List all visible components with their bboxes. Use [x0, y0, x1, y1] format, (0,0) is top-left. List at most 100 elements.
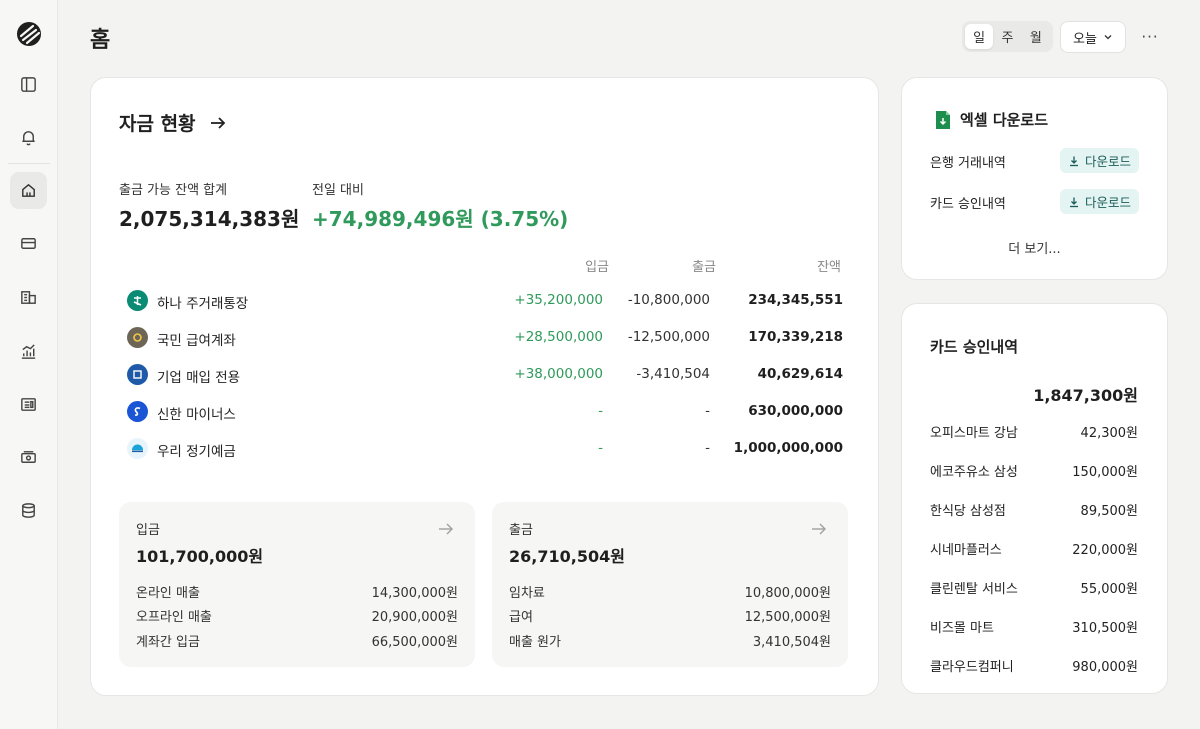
excel-row-name: 은행 거래내역 — [930, 156, 1006, 171]
bank-logo-icon — [127, 364, 148, 385]
account-balance: 40,629,614 — [757, 366, 843, 382]
card-approval-row[interactable]: 시네마플러스 220,000원 — [930, 539, 1138, 561]
account-balance: 630,000,000 — [748, 403, 843, 419]
arrow-right-icon[interactable] — [437, 520, 455, 538]
account-balance: 170,339,218 — [748, 329, 843, 345]
card-approval-row[interactable]: 비즈몰 마트 310,500원 — [930, 617, 1138, 639]
inflow-line: 계좌간 입금 66,500,000원 — [136, 631, 458, 651]
outflow-line-amount: 10,800,000원 — [744, 586, 831, 601]
chart-icon[interactable] — [10, 333, 47, 370]
account-balance: 1,000,000,000 — [733, 440, 843, 456]
bell-icon[interactable] — [10, 119, 47, 156]
inflow-line-name: 계좌간 입금 — [136, 635, 200, 650]
card-approval-row[interactable]: 클라우드컴퍼니 980,000원 — [930, 656, 1138, 678]
outflow-line-name: 임차료 — [509, 586, 545, 601]
funds-title[interactable]: 자금 현황 — [119, 109, 228, 136]
account-outflow: - — [705, 440, 710, 456]
account-row[interactable]: 우리 정기예금 - - 1,000,000,000 — [119, 434, 843, 471]
account-row[interactable]: 국민 급여계좌 +28,500,000 -12,500,000 170,339,… — [119, 323, 843, 360]
approval-amount: 980,000원 — [1072, 660, 1138, 675]
column-header-out: 출금 — [692, 260, 716, 275]
date-select[interactable]: 오늘 — [1060, 21, 1126, 53]
outflow-summary[interactable]: 출금 26,710,504원 임차료 10,800,000원 급여 12,500… — [492, 502, 848, 667]
column-header-balance: 잔액 — [817, 260, 841, 275]
card-approval-row[interactable]: 오피스마트 강남 42,300원 — [930, 422, 1138, 444]
account-name: 국민 급여계좌 — [157, 333, 236, 349]
approval-amount: 310,500원 — [1072, 621, 1138, 636]
account-inflow: - — [598, 403, 603, 419]
panel-icon[interactable] — [10, 66, 47, 103]
available-balance-value: 2,075,314,383원 — [119, 207, 300, 231]
database-icon[interactable] — [10, 492, 47, 529]
card-approval-row[interactable]: 한식당 삼성점 89,500원 — [930, 500, 1138, 522]
download-button-label: 다운로드 — [1084, 154, 1131, 169]
building-icon[interactable] — [10, 279, 47, 316]
bank-logo-icon — [127, 401, 148, 422]
bank-logo-icon — [127, 290, 148, 311]
tab-week[interactable]: 주 — [993, 24, 1021, 49]
account-name: 하나 주거래통장 — [157, 296, 249, 312]
download-button[interactable]: 다운로드 — [1059, 148, 1139, 173]
inflow-line: 오프라인 매출 20,900,000원 — [136, 606, 458, 626]
excel-download-card: 엑셀 다운로드 은행 거래내역 다운로드 카드 승인내역 다운로드 더 보기..… — [901, 77, 1168, 280]
excel-file-icon — [936, 110, 950, 129]
excel-title: 엑셀 다운로드 — [934, 109, 1048, 130]
page-title: 홈 — [90, 28, 111, 53]
card-approval-row[interactable]: 클린렌탈 서비스 55,000원 — [930, 578, 1138, 600]
account-inflow: +35,200,000 — [514, 292, 603, 308]
account-inflow: - — [598, 440, 603, 456]
merchant-name: 에코주유소 삼성 — [930, 465, 1018, 480]
tab-month[interactable]: 월 — [1022, 24, 1050, 49]
account-row[interactable]: 하나 주거래통장 +35,200,000 -10,800,000 234,345… — [119, 286, 843, 323]
funds-card: 자금 현황 출금 가능 잔액 합계 2,075,314,383원 전일 대비 +… — [90, 77, 879, 696]
home-icon[interactable] — [10, 172, 47, 209]
merchant-name: 시네마플러스 — [930, 543, 1002, 558]
account-name: 우리 정기예금 — [157, 444, 236, 460]
cash-icon[interactable] — [10, 439, 47, 476]
download-button[interactable]: 다운로드 — [1059, 189, 1139, 214]
excel-title-text: 엑셀 다운로드 — [960, 111, 1049, 129]
logo-icon[interactable] — [16, 21, 42, 47]
account-name: 기업 매입 전용 — [157, 370, 241, 386]
approval-amount: 42,300원 — [1080, 426, 1138, 441]
approval-amount: 220,000원 — [1072, 543, 1138, 558]
inflow-summary[interactable]: 입금 101,700,000원 온라인 매출 14,300,000원 오프라인 … — [119, 502, 475, 667]
outflow-line-amount: 3,410,504원 — [752, 635, 831, 650]
merchant-name: 오피스마트 강남 — [930, 426, 1018, 441]
see-more-link[interactable]: 더 보기... — [902, 238, 1167, 257]
card-approvals-title: 카드 승인내역 — [930, 338, 1019, 356]
download-icon — [1069, 197, 1078, 207]
card-icon[interactable] — [10, 225, 47, 262]
outflow-line: 임차료 10,800,000원 — [509, 582, 831, 602]
account-row[interactable]: 신한 마이너스 - - 630,000,000 — [119, 397, 843, 434]
account-outflow: -12,500,000 — [627, 329, 710, 345]
download-button-label: 다운로드 — [1084, 195, 1131, 210]
tab-day[interactable]: 일 — [965, 24, 994, 49]
available-balance-label: 출금 가능 잔액 합계 — [119, 183, 228, 198]
inflow-line: 온라인 매출 14,300,000원 — [136, 582, 458, 602]
arrow-right-icon — [210, 116, 225, 129]
account-row[interactable]: 기업 매입 전용 +38,000,000 -3,410,504 40,629,6… — [119, 360, 843, 397]
chevron-down-icon — [1104, 35, 1112, 40]
account-inflow: +38,000,000 — [514, 366, 603, 382]
bank-logo-icon — [127, 438, 148, 459]
inflow-line-name: 온라인 매출 — [136, 586, 200, 601]
download-icon — [1069, 156, 1078, 166]
merchant-name: 클라우드컴퍼니 — [930, 660, 1014, 675]
excel-row: 은행 거래내역 다운로드 — [930, 148, 1139, 174]
sidebar — [0, 0, 58, 729]
card-approval-row[interactable]: 에코주유소 삼성 150,000원 — [930, 461, 1138, 483]
column-header-in: 입금 — [585, 260, 609, 275]
account-outflow: - — [705, 403, 710, 419]
account-inflow: +28,500,000 — [514, 329, 603, 345]
outflow-line: 급여 12,500,000원 — [509, 606, 831, 626]
account-outflow: -10,800,000 — [627, 292, 710, 308]
more-menu-button[interactable]: ··· — [1138, 25, 1162, 49]
arrow-right-icon[interactable] — [810, 520, 828, 538]
news-icon[interactable] — [10, 386, 47, 423]
bank-logo-icon — [127, 327, 148, 348]
outflow-total: 26,710,504원 — [509, 547, 625, 566]
account-name: 신한 마이너스 — [157, 407, 236, 423]
inflow-line-amount: 14,300,000원 — [371, 586, 458, 601]
inflow-line-name: 오프라인 매출 — [136, 610, 212, 625]
